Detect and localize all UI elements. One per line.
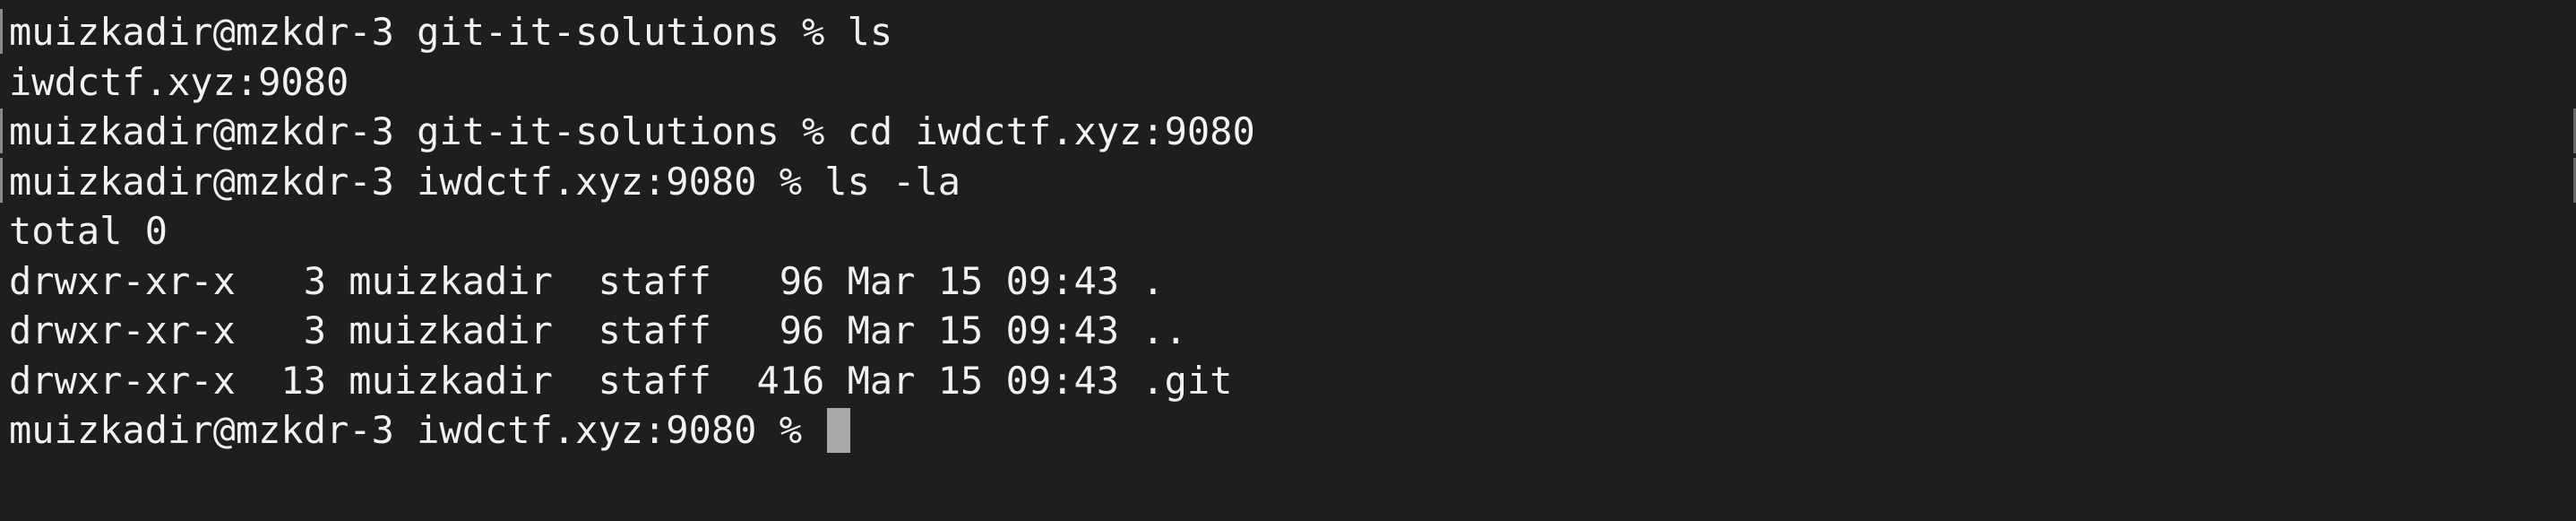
output-line: drwxr-xr-x 3 muizkadir staff 96 Mar 15 0… bbox=[9, 258, 1165, 303]
prompt-text: muizkadir@mzkdr-3 iwdctf.xyz:9080 % bbox=[9, 408, 803, 452]
prompt-line[interactable]: muizkadir@mzkdr-3 iwdctf.xyz:9080 % bbox=[9, 405, 2576, 456]
output-line: muizkadir@mzkdr-3 git-it-solutions % cd … bbox=[9, 109, 1255, 153]
prompt-mark bbox=[0, 109, 3, 153]
output-line: total 0 bbox=[9, 209, 168, 253]
output-line: muizkadir@mzkdr-3 git-it-solutions % ls bbox=[9, 10, 893, 54]
output-line: drwxr-xr-x 13 muizkadir staff 416 Mar 15… bbox=[9, 358, 1233, 403]
output-line: drwxr-xr-x 3 muizkadir staff 96 Mar 15 0… bbox=[9, 308, 1187, 352]
output-line: muizkadir@mzkdr-3 iwdctf.xyz:9080 % ls -… bbox=[9, 159, 961, 204]
text-cursor[interactable] bbox=[827, 407, 851, 453]
terminal-window[interactable]: muizkadir@mzkdr-3 git-it-solutions % ls … bbox=[0, 0, 2576, 521]
prompt-mark bbox=[0, 158, 3, 203]
prompt-mark bbox=[0, 9, 3, 54]
output-line: iwdctf.xyz:9080 bbox=[9, 59, 349, 104]
